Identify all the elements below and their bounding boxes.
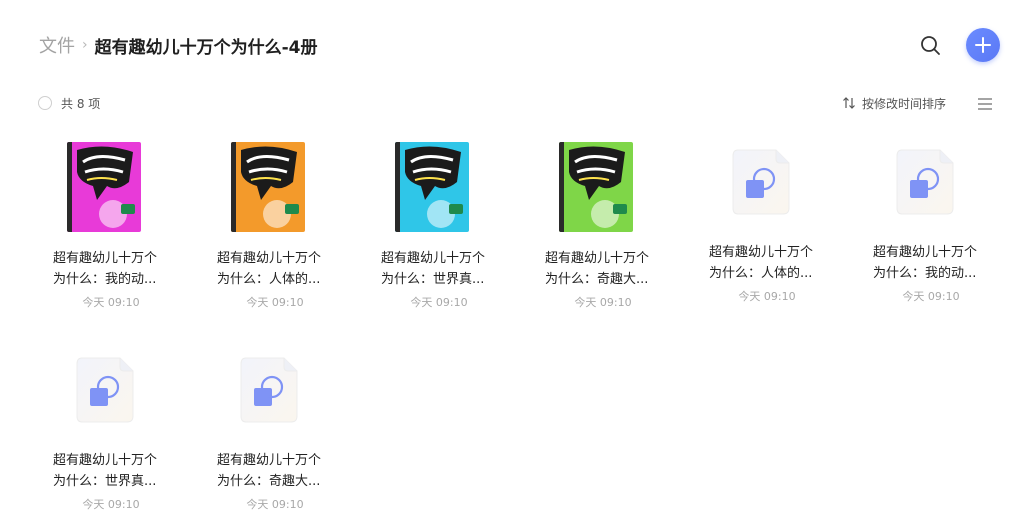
file-name-line2: 为什么：世界真... bbox=[381, 272, 485, 287]
file-name: 超有趣幼儿十万个 为什么：世界真... bbox=[47, 450, 175, 492]
file-name: 超有趣幼儿十万个 为什么：世界真... bbox=[375, 248, 503, 290]
file-name-line1: 超有趣幼儿十万个 bbox=[217, 251, 322, 266]
file-name: 超有趣幼儿十万个 为什么：人体的... bbox=[211, 248, 339, 290]
breadcrumb: 文件 › 超有趣幼儿十万个为什么-4册 bbox=[39, 32, 318, 58]
file-name-line2: 为什么：人体的... bbox=[217, 272, 321, 287]
sort-icon bbox=[843, 97, 855, 109]
view-menu-button[interactable] bbox=[977, 96, 993, 110]
book-cover-image bbox=[67, 142, 141, 232]
book-cover-image bbox=[231, 142, 305, 232]
file-modified-time: 今天 09:10 bbox=[82, 296, 140, 309]
file-name-line2: 为什么：我的动... bbox=[53, 272, 157, 287]
file-thumbnail bbox=[375, 132, 503, 232]
file-name-line1: 超有趣幼儿十万个 bbox=[53, 251, 158, 266]
document-icon bbox=[732, 149, 790, 215]
file-name-line2: 为什么：奇趣大... bbox=[545, 272, 649, 287]
selection-bar: 共 8 项 bbox=[38, 94, 100, 112]
file-thumbnail bbox=[867, 132, 995, 222]
file-modified-time: 今天 09:10 bbox=[82, 498, 140, 511]
file-modified-time: 今天 09:10 bbox=[902, 290, 960, 303]
document-icon bbox=[896, 149, 954, 215]
select-all-checkbox[interactable] bbox=[38, 96, 52, 110]
document-icon bbox=[240, 357, 298, 423]
book-cover-image bbox=[395, 142, 469, 232]
page-title: 超有趣幼儿十万个为什么-4册 bbox=[94, 37, 318, 58]
file-name-line1: 超有趣幼儿十万个 bbox=[53, 453, 158, 468]
sort-label: 按修改时间排序 bbox=[862, 96, 947, 111]
plus-icon bbox=[975, 37, 991, 53]
item-count: 共 8 项 bbox=[61, 96, 101, 111]
book-cover-image bbox=[559, 142, 633, 232]
file-name-line2: 为什么：世界真... bbox=[53, 474, 157, 489]
add-button[interactable] bbox=[966, 28, 1000, 62]
file-modified-time: 今天 09:10 bbox=[246, 498, 304, 511]
file-thumbnail bbox=[211, 340, 339, 430]
menu-icon bbox=[978, 98, 992, 110]
file-modified-time: 今天 09:10 bbox=[410, 296, 468, 309]
document-icon bbox=[76, 357, 134, 423]
search-button[interactable] bbox=[918, 33, 944, 59]
file-name: 超有趣幼儿十万个 为什么：我的动... bbox=[47, 248, 175, 290]
file-name-line1: 超有趣幼儿十万个 bbox=[873, 245, 978, 260]
file-thumbnail bbox=[703, 132, 831, 222]
file-thumbnail bbox=[47, 340, 175, 430]
file-name: 超有趣幼儿十万个 为什么：奇趣大... bbox=[539, 248, 667, 290]
file-name: 超有趣幼儿十万个 为什么：人体的... bbox=[703, 242, 831, 284]
file-name-line2: 为什么：我的动... bbox=[873, 266, 977, 281]
file-thumbnail bbox=[47, 132, 175, 232]
file-name: 超有趣幼儿十万个 为什么：奇趣大... bbox=[211, 450, 339, 492]
search-icon bbox=[921, 36, 940, 55]
file-name-line1: 超有趣幼儿十万个 bbox=[545, 251, 650, 266]
file-name-line2: 为什么：人体的... bbox=[709, 266, 813, 281]
file-modified-time: 今天 09:10 bbox=[738, 290, 796, 303]
sort-button[interactable]: 按修改时间排序 bbox=[842, 94, 946, 112]
file-name: 超有趣幼儿十万个 为什么：我的动... bbox=[867, 242, 995, 284]
file-name-line2: 为什么：奇趣大... bbox=[217, 474, 321, 489]
file-modified-time: 今天 09:10 bbox=[246, 296, 304, 309]
breadcrumb-separator: › bbox=[82, 37, 88, 53]
breadcrumb-root[interactable]: 文件 bbox=[39, 32, 75, 58]
file-name-line1: 超有趣幼儿十万个 bbox=[709, 245, 814, 260]
file-thumbnail bbox=[211, 132, 339, 232]
file-thumbnail bbox=[539, 132, 667, 232]
file-name-line1: 超有趣幼儿十万个 bbox=[381, 251, 486, 266]
file-modified-time: 今天 09:10 bbox=[574, 296, 632, 309]
file-name-line1: 超有趣幼儿十万个 bbox=[217, 453, 322, 468]
